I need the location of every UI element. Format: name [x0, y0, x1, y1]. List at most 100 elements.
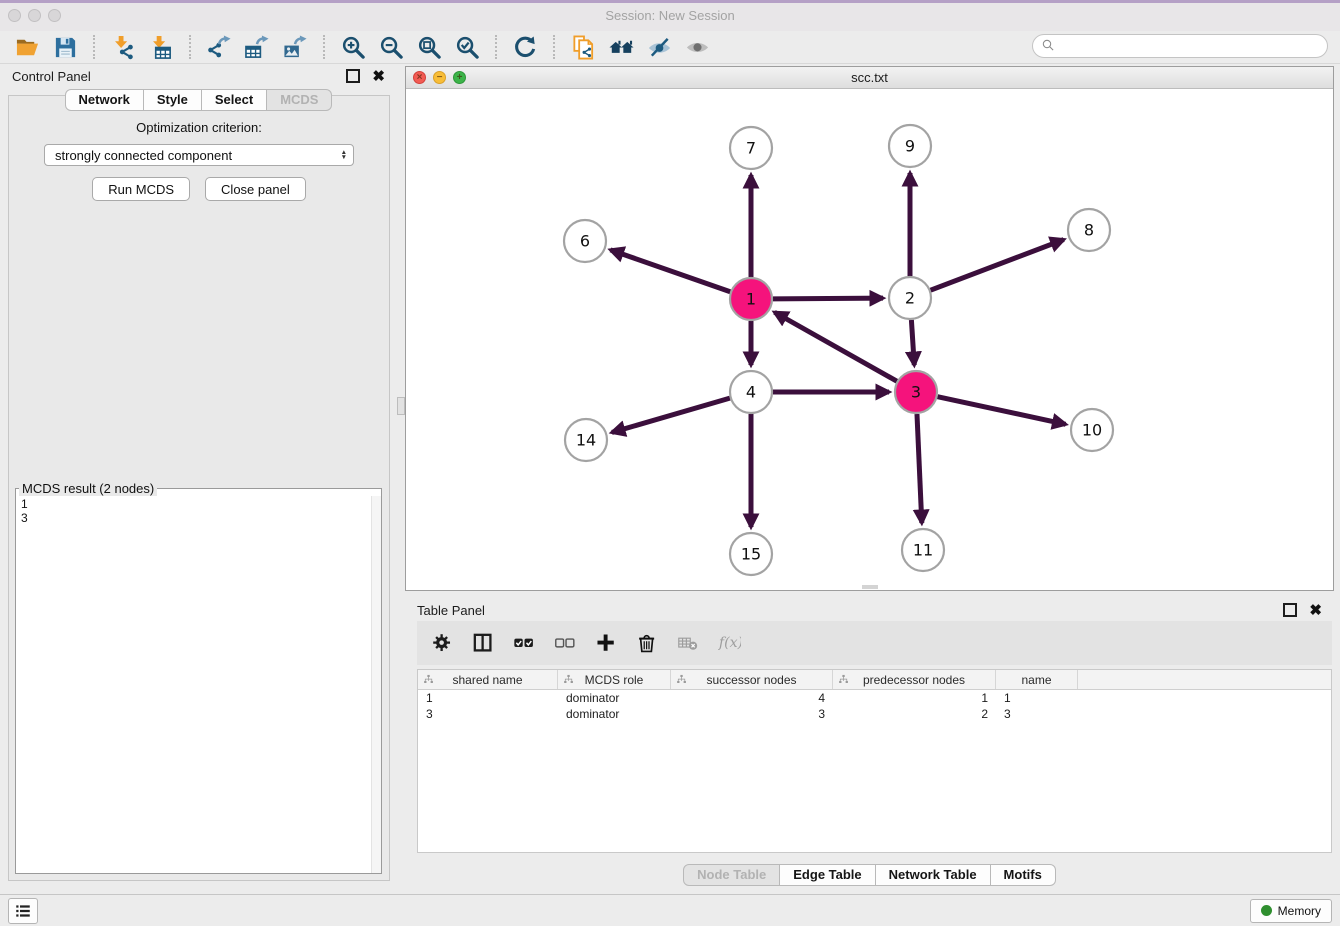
- tab-select[interactable]: Select: [202, 89, 267, 111]
- export-table-button[interactable]: [238, 33, 276, 61]
- run-mcds-button[interactable]: Run MCDS: [92, 177, 190, 201]
- graph-node-3[interactable]: 3: [895, 371, 937, 413]
- graph-edge-3-1[interactable]: [775, 312, 897, 381]
- table-cell[interactable]: 1: [996, 690, 1078, 706]
- table-cell[interactable]: 3: [996, 706, 1078, 722]
- column-header-name[interactable]: name: [996, 670, 1078, 689]
- network-window-titlebar: × − + scc.txt: [406, 67, 1333, 89]
- show-all-button[interactable]: [678, 33, 716, 61]
- table-cell[interactable]: 1: [418, 690, 558, 706]
- export-table-icon: [245, 35, 270, 60]
- search-box[interactable]: [1032, 34, 1328, 58]
- zoom-fit-button[interactable]: [410, 33, 448, 61]
- settings-gear-button[interactable]: [429, 630, 455, 656]
- table-cell[interactable]: 1: [833, 690, 996, 706]
- select-all-rows-button[interactable]: [511, 630, 537, 656]
- save-session-button[interactable]: [46, 33, 84, 61]
- table-cell[interactable]: 2: [833, 706, 996, 722]
- graph-node-14[interactable]: 14: [565, 419, 607, 461]
- close-table-panel-icon[interactable]: ✖: [1309, 603, 1322, 618]
- memory-button[interactable]: Memory: [1250, 899, 1332, 923]
- criterion-select[interactable]: strongly connected component ▲▼: [44, 144, 354, 166]
- graph-node-7[interactable]: 7: [730, 127, 772, 169]
- graph-edge-2-8[interactable]: [931, 240, 1064, 291]
- graph-edge-2-3[interactable]: [911, 320, 914, 365]
- deselect-all-rows-button[interactable]: [552, 630, 578, 656]
- table-row[interactable]: 1dominator411: [418, 690, 1331, 706]
- new-network-from-selection-icon: [571, 35, 596, 60]
- tab-network[interactable]: Network: [65, 89, 144, 111]
- mcds-result-text[interactable]: 1 3: [16, 496, 371, 873]
- graph-node-6[interactable]: 6: [564, 220, 606, 262]
- graph-edge-3-11[interactable]: [917, 414, 922, 523]
- table-cell[interactable]: 3: [671, 706, 833, 722]
- tab-motifs[interactable]: Motifs: [991, 864, 1056, 886]
- table-tabs: Node TableEdge TableNetwork TableMotifs: [405, 864, 1334, 886]
- import-table-icon: [149, 35, 174, 60]
- zoom-in-button[interactable]: [334, 33, 372, 61]
- add-column-button[interactable]: [593, 630, 619, 656]
- table-cell[interactable]: dominator: [558, 690, 671, 706]
- minimize-network-icon[interactable]: −: [433, 71, 446, 84]
- refresh-button[interactable]: [506, 33, 544, 61]
- delete-column-button[interactable]: [634, 630, 660, 656]
- result-scrollbar[interactable]: [371, 496, 381, 873]
- column-header-successor-nodes[interactable]: successor nodes: [671, 670, 833, 689]
- table-cell[interactable]: 4: [671, 690, 833, 706]
- export-image-button[interactable]: [276, 33, 314, 61]
- zoom-selected-icon: [455, 35, 480, 60]
- toolbar-group: [564, 33, 716, 61]
- close-panel-button[interactable]: Close panel: [205, 177, 306, 201]
- graph-node-2[interactable]: 2: [889, 277, 931, 319]
- close-network-icon[interactable]: ×: [413, 71, 426, 84]
- graph-edge-1-2[interactable]: [773, 298, 883, 299]
- svg-text:3: 3: [911, 383, 921, 402]
- import-table-button[interactable]: [142, 33, 180, 61]
- tab-network-table[interactable]: Network Table: [876, 864, 991, 886]
- zoom-selected-button[interactable]: [448, 33, 486, 61]
- graph-node-9[interactable]: 9: [889, 125, 931, 167]
- maximize-network-icon[interactable]: +: [453, 71, 466, 84]
- graph-node-10[interactable]: 10: [1071, 409, 1113, 451]
- network-canvas[interactable]: 7 9 6 8 1 2 4 3 14 10 15 11: [406, 88, 1333, 590]
- float-table-panel-icon[interactable]: [1283, 603, 1297, 617]
- column-header-mcds-role[interactable]: MCDS role: [558, 670, 671, 689]
- graph-edge-3-10[interactable]: [938, 397, 1066, 425]
- tab-edge-table[interactable]: Edge Table: [780, 864, 875, 886]
- table-cell[interactable]: dominator: [558, 706, 671, 722]
- table-row[interactable]: 3dominator323: [418, 706, 1331, 722]
- splitter-grip[interactable]: [397, 397, 405, 415]
- toolbar-group: [334, 33, 486, 61]
- graph-node-1[interactable]: 1: [730, 278, 772, 320]
- graph-node-15[interactable]: 15: [730, 533, 772, 575]
- graph-node-11[interactable]: 11: [902, 529, 944, 571]
- open-session-button[interactable]: [8, 33, 46, 61]
- new-network-from-selection-button[interactable]: [564, 33, 602, 61]
- tab-node-table[interactable]: Node Table: [683, 864, 780, 886]
- task-list-icon: [14, 902, 32, 920]
- graph-edge-4-14[interactable]: [612, 398, 730, 432]
- task-history-button[interactable]: [8, 898, 38, 924]
- column-visibility-button[interactable]: [470, 630, 496, 656]
- column-header-predecessor-nodes[interactable]: predecessor nodes: [833, 670, 996, 689]
- float-panel-icon[interactable]: [346, 69, 360, 83]
- column-header-shared-name[interactable]: shared name: [418, 670, 558, 689]
- search-input[interactable]: [1061, 38, 1327, 54]
- toolbar-separator: [189, 35, 191, 59]
- import-network-button[interactable]: [104, 33, 142, 61]
- function-builder-icon: f(x): [718, 632, 741, 655]
- first-neighbors-button[interactable]: [602, 33, 640, 61]
- export-network-button[interactable]: [200, 33, 238, 61]
- graph-node-8[interactable]: 8: [1068, 209, 1110, 251]
- graph-node-4[interactable]: 4: [730, 371, 772, 413]
- tab-mcds[interactable]: MCDS: [267, 89, 332, 111]
- table-cell[interactable]: 3: [418, 706, 558, 722]
- hide-selected-button[interactable]: [640, 33, 678, 61]
- svg-text:1: 1: [746, 290, 756, 309]
- tab-style[interactable]: Style: [144, 89, 202, 111]
- network-window-controls[interactable]: × − +: [413, 71, 466, 84]
- close-panel-icon[interactable]: ✖: [372, 69, 385, 84]
- zoom-out-button[interactable]: [372, 33, 410, 61]
- canvas-scroll-handle[interactable]: [862, 585, 878, 589]
- graph-edge-1-6[interactable]: [610, 250, 730, 292]
